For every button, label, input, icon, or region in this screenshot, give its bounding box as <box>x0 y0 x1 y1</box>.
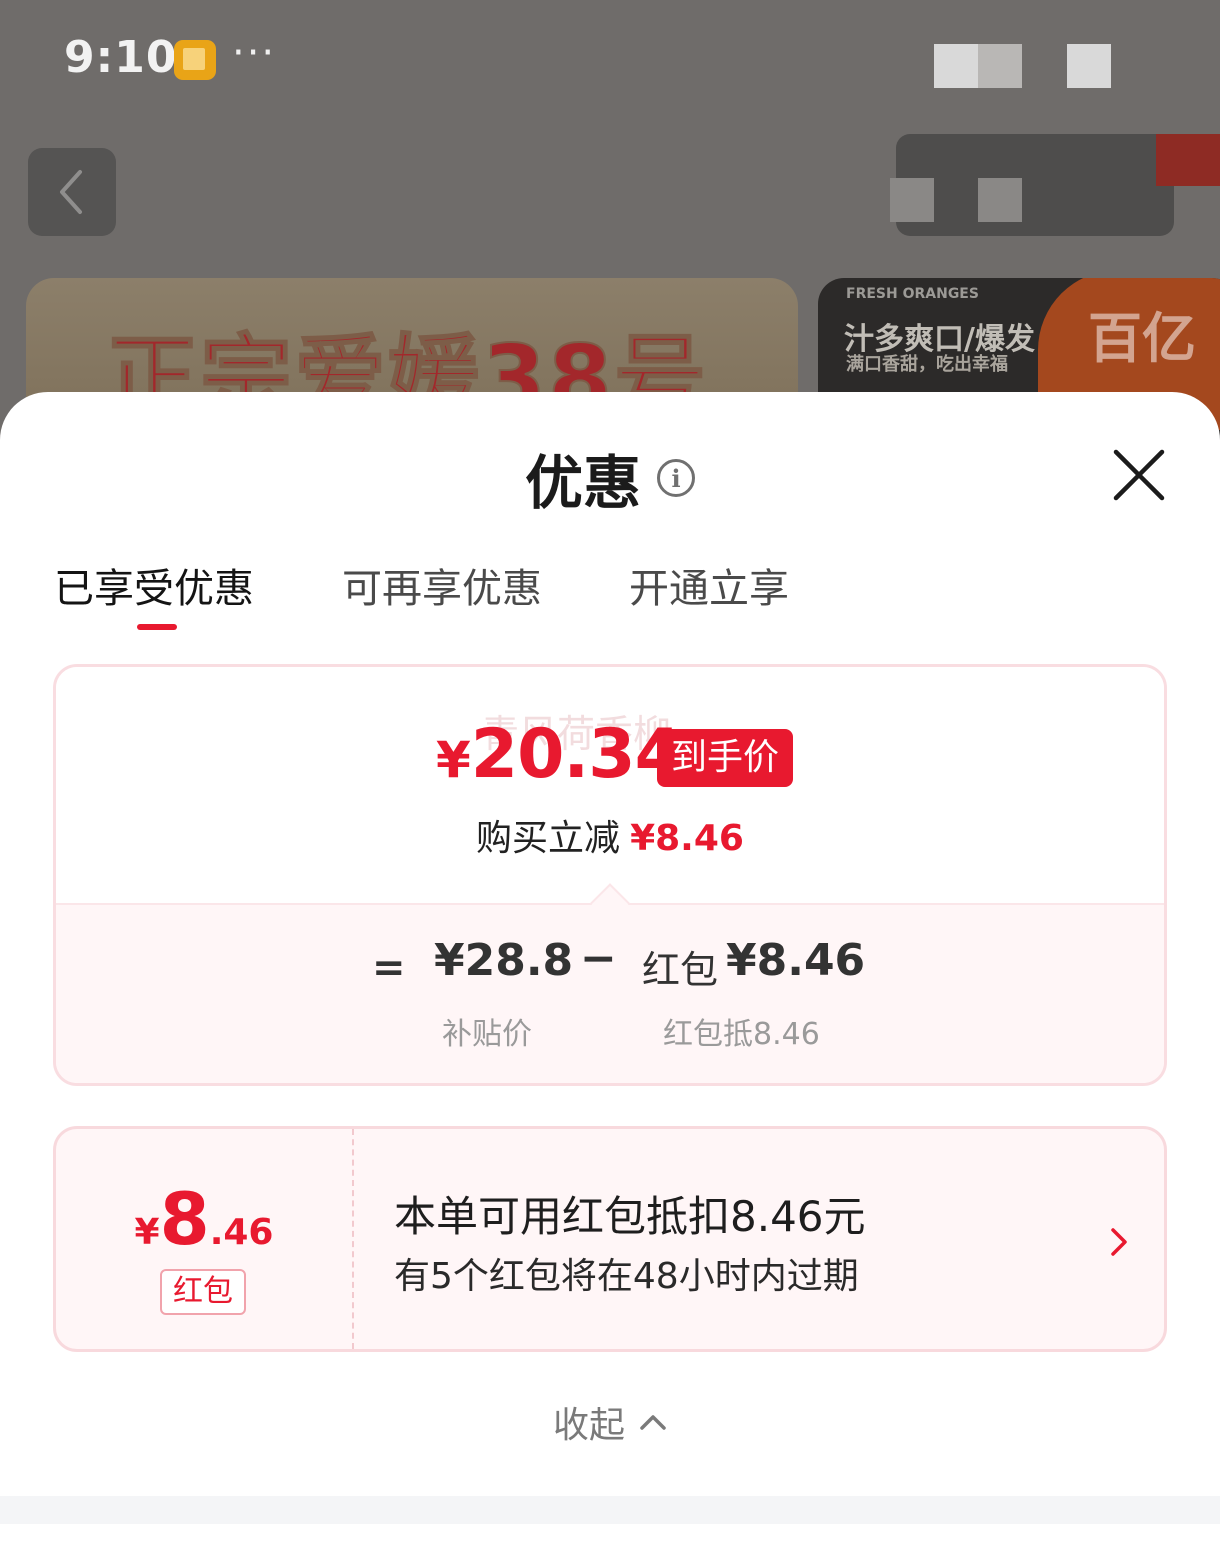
hongbao-amount: ¥8.46 <box>56 1177 352 1261</box>
sheet-footer-divider <box>0 1496 1220 1524</box>
hongbao-value: ¥8.46 <box>726 935 866 986</box>
hongbao-card[interactable]: ¥8.46 红包 本单可用红包抵扣8.46元 有5个红包将在48小时内过期 <box>53 1126 1167 1352</box>
discount-sheet: 优惠 i 已享受优惠 可再享优惠 开通立享 青风荷香柳 ¥20.34 到手价 购… <box>0 392 1220 1552</box>
price-formula-section: = ¥28.8 − 红包 ¥8.46 补贴价 红包抵8.46 <box>56 903 1164 1083</box>
close-icon[interactable] <box>1108 444 1170 506</box>
blurred-pixel <box>890 178 934 222</box>
more-notifications-icon: ··· <box>232 30 277 76</box>
banner-right-badge-text: 百亿 <box>1088 309 1196 369</box>
instant-discount-line: 购买立减 ¥8.46 <box>56 809 1164 861</box>
tab-more-available[interactable]: 可再享优惠 <box>342 556 542 614</box>
info-icon[interactable]: i <box>657 459 695 497</box>
subsidy-price-caption: 补贴价 <box>442 1017 532 1052</box>
sheet-title: 优惠 <box>524 449 641 517</box>
discount-tabs: 已享受优惠 可再享优惠 开通立享 <box>54 556 954 636</box>
sheet-header: 优惠 i <box>0 436 1220 520</box>
banner-right-subtitle: FRESH ORANGES <box>846 286 979 302</box>
subsidy-price-value: ¥28.8 <box>434 935 574 986</box>
blurred-pixel <box>978 178 1022 222</box>
hongbao-amount-panel: ¥8.46 红包 <box>56 1129 354 1349</box>
formula-equals: = <box>372 945 406 991</box>
blurred-pixel <box>1156 134 1220 186</box>
hongbao-caption: 红包抵8.46 <box>663 1017 820 1052</box>
chevron-right-icon <box>1111 1228 1127 1256</box>
hongbao-amount-dec: .46 <box>209 1212 274 1253</box>
final-price-value: 20.34 <box>470 715 682 794</box>
hongbao-title: 本单可用红包抵扣8.46元 <box>394 1192 866 1241</box>
chevron-up-icon <box>640 1415 666 1430</box>
collapse-label: 收起 <box>552 1405 625 1446</box>
formula-minus: − <box>580 933 617 984</box>
hongbao-subtitle: 有5个红包将在48小时内过期 <box>394 1256 859 1297</box>
status-icons-blurred <box>978 44 1022 88</box>
final-price-section: 青风荷香柳 ¥20.34 到手价 购买立减 ¥8.46 <box>56 667 1164 903</box>
battery-icon-blurred <box>1067 44 1111 88</box>
hongbao-tag: 红包 <box>160 1269 246 1315</box>
chevron-left-icon <box>60 170 82 214</box>
status-time: 9:10 <box>64 32 178 83</box>
banner-right-tagline: 满口香甜，吃出幸福 <box>846 354 1008 375</box>
status-icons-blurred <box>934 44 978 88</box>
hongbao-amount-int: 8 <box>159 1177 210 1261</box>
instant-discount-label: 购买立减 <box>476 818 621 859</box>
back-button[interactable] <box>28 148 116 236</box>
collapse-button[interactable]: 收起 <box>0 1396 1220 1448</box>
active-tab-indicator <box>137 624 177 630</box>
tab-activate[interactable]: 开通立享 <box>629 556 789 614</box>
final-price-currency: ¥ <box>436 731 471 789</box>
final-price: ¥20.34 <box>436 715 682 794</box>
hongbao-label: 红包 <box>642 948 719 992</box>
tab-enjoyed[interactable]: 已享受优惠 <box>54 556 254 614</box>
notification-app-icon <box>174 40 216 80</box>
search-box-blurred[interactable] <box>896 134 1174 236</box>
instant-discount-amount: ¥8.46 <box>630 818 744 859</box>
final-price-badge: 到手价 <box>657 729 794 787</box>
hongbao-currency: ¥ <box>134 1212 160 1253</box>
background-page: 9:10 ··· 正宗爱媛38号 FRESH ORANGES 汁多爽口/爆发 满… <box>0 0 1220 440</box>
price-breakdown-card: 青风荷香柳 ¥20.34 到手价 购买立减 ¥8.46 = ¥28.8 − 红包 … <box>53 664 1167 1086</box>
status-bar: 9:10 ··· <box>0 0 1220 120</box>
